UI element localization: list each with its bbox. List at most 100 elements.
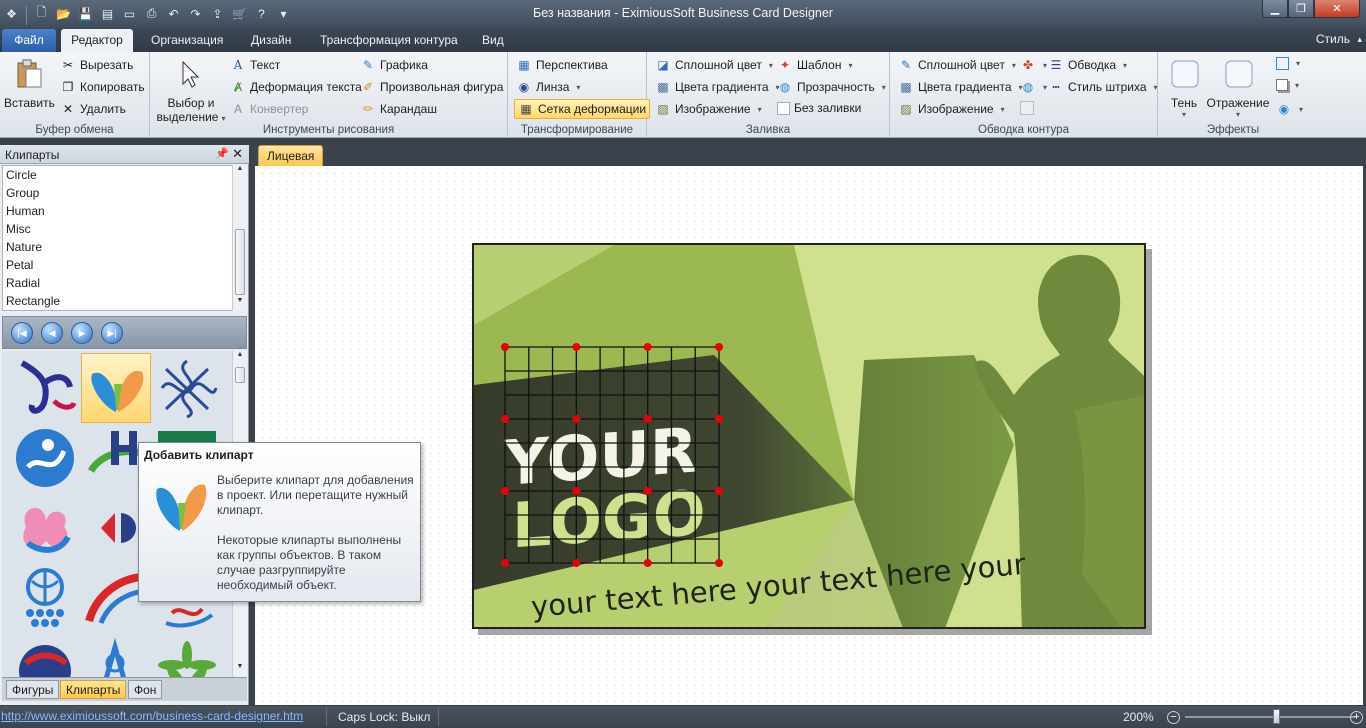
list-item[interactable]: Misc <box>3 220 232 238</box>
mesh-control-point[interactable] <box>643 415 652 423</box>
zoom-slider-thumb[interactable] <box>1273 709 1280 724</box>
list-item[interactable]: Petal <box>3 256 232 274</box>
clipart-item[interactable] <box>10 353 80 423</box>
warp-text-button[interactable]: Ⱥ Деформация текста <box>230 79 362 95</box>
reflection-button[interactable]: Отражение ▾ <box>1206 58 1270 119</box>
tab-cliparts[interactable]: Клипарты <box>60 680 127 699</box>
tab-file[interactable]: Файл <box>2 29 56 52</box>
business-card[interactable]: YOUR LOGO your text here your text here … <box>472 243 1146 629</box>
clipart-item[interactable] <box>152 353 222 423</box>
tab-editor[interactable]: Редактор <box>61 29 133 52</box>
tab-path-transform[interactable]: Трансформация контура <box>312 29 466 52</box>
list-item[interactable]: Circle <box>3 166 232 184</box>
mesh-control-point[interactable] <box>715 487 723 495</box>
scroll-up-icon[interactable]: ▲ <box>233 165 247 179</box>
outline-transparency-button[interactable]: ◍ <box>1020 79 1047 95</box>
mesh-control-point[interactable] <box>572 559 581 567</box>
category-scrollbar[interactable]: ▲ ▼ <box>232 165 247 311</box>
mesh-warp-button[interactable]: ▦ Сетка деформации <box>514 99 651 119</box>
design-canvas[interactable]: YOUR LOGO your text here your text here … <box>255 166 1363 705</box>
clipart-item-selected[interactable] <box>81 353 151 423</box>
fill-image-button[interactable]: ▨ Изображение <box>655 101 762 117</box>
fill-solid-button[interactable]: ◪ Сплошной цвет <box>655 57 773 73</box>
copy-button[interactable]: ❐ Копировать <box>60 79 145 95</box>
converter-button[interactable]: A Конвертер <box>230 101 308 117</box>
mesh-control-point[interactable] <box>572 415 581 423</box>
close-button[interactable]: ✕ <box>1314 0 1360 18</box>
scroll-down-icon[interactable]: ▼ <box>233 297 247 311</box>
outline-gradient-button[interactable]: ▩ Цвета градиента <box>898 79 1023 95</box>
no-fill-button[interactable]: Без заливки <box>777 101 861 115</box>
prev-page-icon[interactable]: ◀ <box>41 322 63 344</box>
clipart-item[interactable] <box>10 633 80 677</box>
outline-none-button[interactable] <box>1020 101 1034 115</box>
zoom-out-icon[interactable]: − <box>1167 711 1180 724</box>
tab-design[interactable]: Дизайн <box>243 29 299 52</box>
clipart-item[interactable] <box>10 423 80 493</box>
last-page-icon[interactable]: ▶| <box>101 322 123 344</box>
effect-outline-button[interactable] <box>1276 57 1300 70</box>
next-page-icon[interactable]: ▶ <box>71 322 93 344</box>
mesh-control-point[interactable] <box>501 415 509 423</box>
website-link[interactable]: http://www.eximioussoft.com/business-car… <box>1 709 303 723</box>
graphics-button[interactable]: ✎ Графика <box>360 57 428 73</box>
fill-gradient-button[interactable]: ▩ Цвета градиента <box>655 79 780 95</box>
tab-shapes[interactable]: Фигуры <box>6 680 60 699</box>
delete-button[interactable]: ✕ Удалить <box>60 101 126 117</box>
pencil-button[interactable]: ✏ Карандаш <box>360 101 437 117</box>
perspective-button[interactable]: ▦ Перспектива <box>516 57 607 73</box>
tab-background[interactable]: Фон <box>128 680 163 699</box>
mesh-control-point[interactable] <box>572 343 581 351</box>
fill-pattern-button[interactable]: ✦ Шаблон <box>777 57 852 73</box>
clipart-item[interactable] <box>81 633 151 677</box>
zoom-in-icon[interactable]: + <box>1350 711 1363 724</box>
list-item[interactable]: Radial <box>3 274 232 292</box>
outline-image-button[interactable]: ▨ Изображение <box>898 101 1005 117</box>
tab-view[interactable]: Вид <box>474 29 512 52</box>
clipart-item[interactable] <box>152 633 222 677</box>
effect-3d-button[interactable] <box>1276 79 1299 91</box>
first-page-icon[interactable]: |◀ <box>11 322 33 344</box>
mesh-control-point[interactable] <box>501 559 509 567</box>
lens-button[interactable]: ◉ Линза <box>516 79 580 95</box>
panel-close-icon[interactable]: ✕ <box>232 146 243 162</box>
mesh-control-point[interactable] <box>715 343 723 351</box>
clipart-item[interactable] <box>10 563 80 633</box>
scroll-thumb[interactable] <box>235 229 245 295</box>
pin-icon[interactable]: 📌 <box>215 147 229 160</box>
maximize-button[interactable]: ❐ <box>1288 0 1314 18</box>
minimize-button[interactable]: ▁ <box>1262 0 1288 18</box>
stroke-width-button[interactable]: ☰ Обводка <box>1048 57 1127 73</box>
freeform-button[interactable]: ✐ Произвольная фигура <box>360 79 503 95</box>
mesh-control-point[interactable] <box>715 559 723 567</box>
clipart-item[interactable] <box>10 493 80 563</box>
list-item[interactable]: Group <box>3 184 232 202</box>
fill-transparency-button[interactable]: ◍ Прозрачность <box>777 79 886 95</box>
shadow-button[interactable]: Тень ▾ <box>1164 58 1204 119</box>
effect-glow-button[interactable]: ◉ <box>1276 101 1303 117</box>
cut-button[interactable]: ✂ Вырезать <box>60 57 133 73</box>
dash-style-button[interactable]: ┅ Стиль штриха <box>1048 79 1158 95</box>
list-item[interactable]: Rectangle <box>3 292 232 310</box>
mesh-control-point[interactable] <box>572 487 581 495</box>
scroll-down-icon[interactable]: ▼ <box>233 663 247 677</box>
mesh-control-point[interactable] <box>643 343 652 351</box>
mesh-control-point[interactable] <box>501 343 509 351</box>
mesh-control-point[interactable] <box>501 487 509 495</box>
list-item[interactable]: Nature <box>3 238 232 256</box>
outline-solid-button[interactable]: ✎ Сплошной цвет <box>898 57 1016 73</box>
tab-front-side[interactable]: Лицевая <box>258 145 324 166</box>
scroll-thumb[interactable] <box>235 367 245 383</box>
mesh-control-point[interactable] <box>715 415 723 423</box>
style-menu[interactable]: Стиль <box>1316 32 1362 46</box>
mesh-control-point[interactable] <box>643 559 652 567</box>
tab-organization[interactable]: Организация <box>143 29 231 52</box>
mesh-control-point[interactable] <box>643 487 652 495</box>
select-button[interactable]: Выбор и выделение <box>156 58 226 124</box>
zoom-slider[interactable] <box>1185 716 1355 718</box>
list-item[interactable]: Human <box>3 202 232 220</box>
outline-color-wheel-button[interactable]: ✤ <box>1020 57 1047 73</box>
paste-button[interactable]: Вставить <box>4 58 55 110</box>
text-button[interactable]: A Текст <box>230 57 281 73</box>
scroll-up-icon[interactable]: ▲ <box>233 351 247 365</box>
